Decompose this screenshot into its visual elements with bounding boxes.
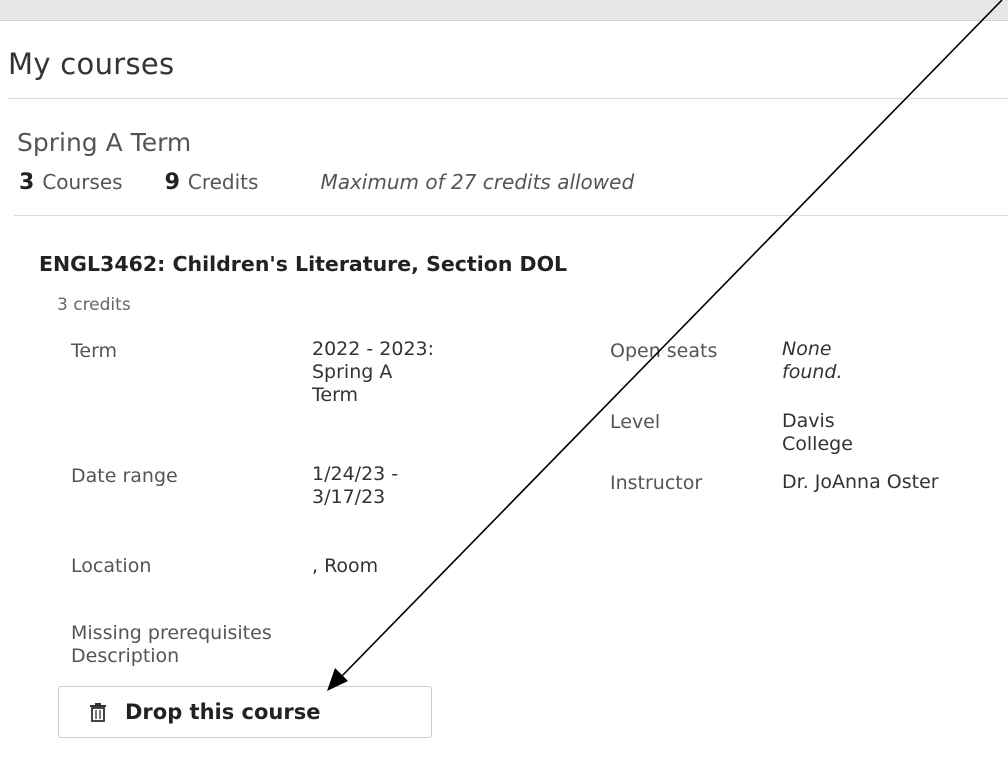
term-summary: 3 Courses 9 Credits Maximum of 27 credits al… [19, 170, 634, 195]
top-bar [0, 0, 1008, 21]
title-divider [8, 98, 1008, 99]
missing-prerequisites-label: Missing prerequisites [71, 622, 272, 644]
date-range-label: Date range [71, 465, 178, 487]
open-seats-value: None found. [782, 338, 843, 383]
credits-label: Credits [187, 170, 259, 194]
term-divider [14, 215, 1008, 216]
course-title: ENGL3462: Children's Literature, Section… [39, 252, 568, 276]
level-value: Davis College [782, 410, 853, 455]
term-title: Spring A Term [17, 128, 192, 157]
credit-count: 9 [164, 170, 180, 195]
term-label: Term [71, 340, 118, 362]
courses-label: Courses [42, 170, 123, 194]
drop-course-button[interactable]: Drop this course [58, 686, 432, 738]
page-title: My courses [8, 47, 175, 81]
location-label: Location [71, 555, 152, 577]
drop-course-label: Drop this course [125, 700, 321, 724]
trash-icon [89, 702, 107, 722]
level-label: Level [610, 411, 661, 433]
date-range-value: 1/24/23 - 3/17/23 [312, 463, 399, 508]
instructor-label: Instructor [610, 472, 703, 494]
location-value: , Room [312, 555, 379, 577]
instructor-value: Dr. JoAnna Oster [782, 471, 939, 493]
term-value: 2022 - 2023: Spring A Term [312, 338, 435, 406]
max-credits-note: Maximum of 27 credits allowed [320, 170, 635, 194]
course-credits: 3 credits [57, 295, 131, 315]
description-label: Description [71, 645, 180, 667]
course-count: 3 [19, 170, 35, 195]
open-seats-label: Open seats [610, 340, 718, 362]
